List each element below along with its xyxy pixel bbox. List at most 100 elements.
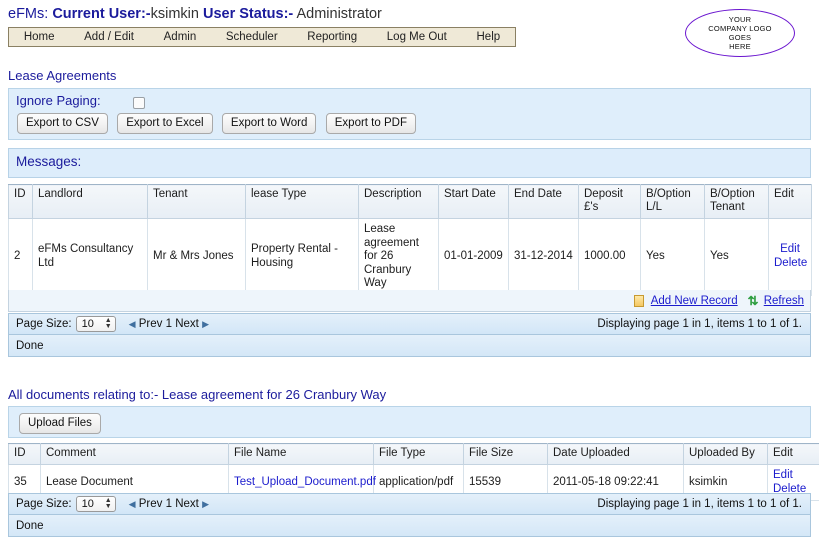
doc-column-header-file-name[interactable]: File Name [228, 443, 374, 465]
lease-agreements-table: ID Landlord Tenant lease Type Descriptio… [8, 184, 812, 296]
refresh-icon: ⇅ [747, 293, 759, 308]
export-to-excel-button[interactable]: Export to Excel [117, 113, 213, 134]
lease-command-bar: Add New Record ⇅ Refresh [8, 290, 811, 312]
paging-display-info: Displaying page 1 in 1, items 1 to 1 of … [597, 318, 802, 330]
lease-paging-bar: Page Size: 10 ▲ ▼ ◀ Prev 1 Next ▶ Display… [8, 313, 811, 335]
export-to-pdf-button[interactable]: Export to PDF [325, 113, 416, 134]
ignore-paging-label: Ignore Paging: [16, 93, 101, 108]
doc-edit-link[interactable]: Edit [773, 469, 793, 481]
lease-status-text: Done [16, 339, 44, 352]
company-logo-placeholder: YOUR COMPANY LOGO GOES HERE [685, 9, 795, 57]
page-root: eFMs: Current User:-ksimkin User Status:… [0, 0, 819, 554]
edit-link[interactable]: Edit [780, 243, 800, 255]
messages-panel: Messages: [8, 148, 811, 178]
doc-page-navigation: ◀ Prev 1 Next ▶ [129, 498, 209, 510]
documents-title: All documents relating to:- Lease agreem… [8, 387, 387, 402]
column-header-boption-ll[interactable]: B/Option L/L [640, 184, 705, 219]
user-status-label: User Status:- [202, 6, 294, 22]
nav-item-log-me-out[interactable]: Log Me Out [372, 28, 462, 46]
doc-column-header-date-uploaded[interactable]: Date Uploaded [547, 443, 684, 465]
column-header-landlord[interactable]: Landlord [32, 184, 148, 219]
app-name: eFMs: [8, 6, 49, 22]
documents-status-bar: Done [8, 515, 811, 537]
documents-table-header-row: ID Comment File Name File Type File Size… [8, 443, 819, 465]
delete-link[interactable]: Delete [774, 257, 807, 269]
prev-arrow-icon[interactable]: ◀ [129, 319, 136, 329]
doc-prev-page-link[interactable]: Prev [139, 498, 163, 510]
export-to-csv-button[interactable]: Export to CSV [17, 113, 108, 134]
cell-boption-tenant: Yes [704, 218, 769, 296]
doc-column-header-edit[interactable]: Edit [767, 443, 819, 465]
page-navigation: ◀ Prev 1 Next ▶ [129, 318, 209, 330]
logo-line-4: HERE [729, 42, 751, 52]
page-size-label: Page Size: [16, 318, 72, 330]
messages-label: Messages: [16, 154, 82, 169]
logo-line-1: YOUR [728, 14, 752, 24]
table-row[interactable]: 2 eFMs Consultancy Ltd Mr & Mrs Jones Pr… [8, 218, 812, 296]
logo-line-2: COMPANY LOGO [708, 23, 772, 33]
doc-next-page-link[interactable]: Next [175, 498, 199, 510]
doc-column-header-uploaded-by[interactable]: Uploaded By [683, 443, 768, 465]
upload-panel: Upload Files [8, 406, 811, 438]
lease-agreements-title: Lease Agreements [8, 68, 117, 83]
doc-page-size-value: 10 [81, 498, 94, 510]
column-header-lease-type[interactable]: lease Type [245, 184, 359, 219]
current-user-value: ksimkin [150, 6, 199, 22]
chevron-updown-icon: ▲ ▼ [104, 317, 112, 330]
nav-item-admin[interactable]: Admin [149, 28, 211, 46]
nav-item-add-edit[interactable]: Add / Edit [69, 28, 149, 46]
column-header-boption-tenant[interactable]: B/Option Tenant [704, 184, 769, 219]
doc-column-header-file-size[interactable]: File Size [463, 443, 548, 465]
refresh-link[interactable]: Refresh [764, 295, 804, 307]
logo-line-3: GOES [728, 33, 752, 42]
lease-table-header-row: ID Landlord Tenant lease Type Descriptio… [8, 184, 812, 219]
column-header-tenant[interactable]: Tenant [147, 184, 246, 219]
doc-column-header-comment[interactable]: Comment [40, 443, 229, 465]
file-name-link[interactable]: Test_Upload_Document.pdf [234, 476, 376, 488]
nav-item-help[interactable]: Help [462, 28, 515, 46]
nav-item-home[interactable]: Home [9, 28, 69, 46]
cell-boption-ll: Yes [640, 218, 705, 296]
cell-deposit: 1000.00 [578, 218, 641, 296]
upload-files-button[interactable]: Upload Files [19, 413, 101, 434]
add-new-record-link[interactable]: Add New Record [651, 295, 738, 307]
column-header-edit[interactable]: Edit [768, 184, 812, 219]
current-user-label: Current User:- [52, 6, 151, 22]
doc-paging-display-info: Displaying page 1 in 1, items 1 to 1 of … [597, 498, 802, 510]
doc-page-size-select[interactable]: 10 ▲ ▼ [75, 496, 116, 512]
nav-item-reporting[interactable]: Reporting [292, 28, 372, 46]
add-record-icon [633, 294, 644, 307]
doc-next-arrow-icon[interactable]: ▶ [202, 499, 209, 509]
page-size-select[interactable]: 10 ▲ ▼ [75, 316, 116, 332]
column-header-id[interactable]: ID [8, 184, 33, 219]
doc-chevron-updown-icon: ▲ ▼ [104, 497, 112, 510]
column-header-deposit[interactable]: Deposit £'s [578, 184, 641, 219]
cell-start-date: 01-01-2009 [438, 218, 509, 296]
column-header-description[interactable]: Description [358, 184, 439, 219]
documents-status-text: Done [16, 519, 44, 532]
column-header-end-date[interactable]: End Date [508, 184, 579, 219]
user-status-value: Administrator [296, 6, 382, 22]
column-header-start-date[interactable]: Start Date [438, 184, 509, 219]
next-page-link[interactable]: Next [175, 318, 199, 330]
cell-landlord: eFMs Consultancy Ltd [32, 218, 148, 296]
export-to-word-button[interactable]: Export to Word [221, 113, 317, 134]
doc-column-header-id[interactable]: ID [8, 443, 41, 465]
user-header: eFMs: Current User:-ksimkin User Status:… [8, 6, 382, 22]
next-arrow-icon[interactable]: ▶ [202, 319, 209, 329]
cell-tenant: Mr & Mrs Jones [147, 218, 246, 296]
doc-prev-arrow-icon[interactable]: ◀ [129, 499, 136, 509]
cell-id: 2 [8, 218, 33, 296]
export-panel: Ignore Paging: Export to CSV Export to E… [8, 88, 811, 140]
ignore-paging-checkbox[interactable] [133, 97, 145, 109]
doc-column-header-file-type[interactable]: File Type [373, 443, 464, 465]
lease-status-bar: Done [8, 335, 811, 357]
doc-current-page-number: 1 [165, 498, 173, 510]
cell-description: Lease agreement for 26 Cranbury Way [358, 218, 439, 296]
prev-page-link[interactable]: Prev [139, 318, 163, 330]
page-size-value: 10 [81, 318, 94, 330]
cell-edit-actions: Edit Delete [768, 218, 812, 296]
main-navigation: Home Add / Edit Admin Scheduler Reportin… [8, 27, 516, 47]
nav-item-scheduler[interactable]: Scheduler [211, 28, 292, 46]
documents-paging-bar: Page Size: 10 ▲ ▼ ◀ Prev 1 Next ▶ Display… [8, 493, 811, 515]
